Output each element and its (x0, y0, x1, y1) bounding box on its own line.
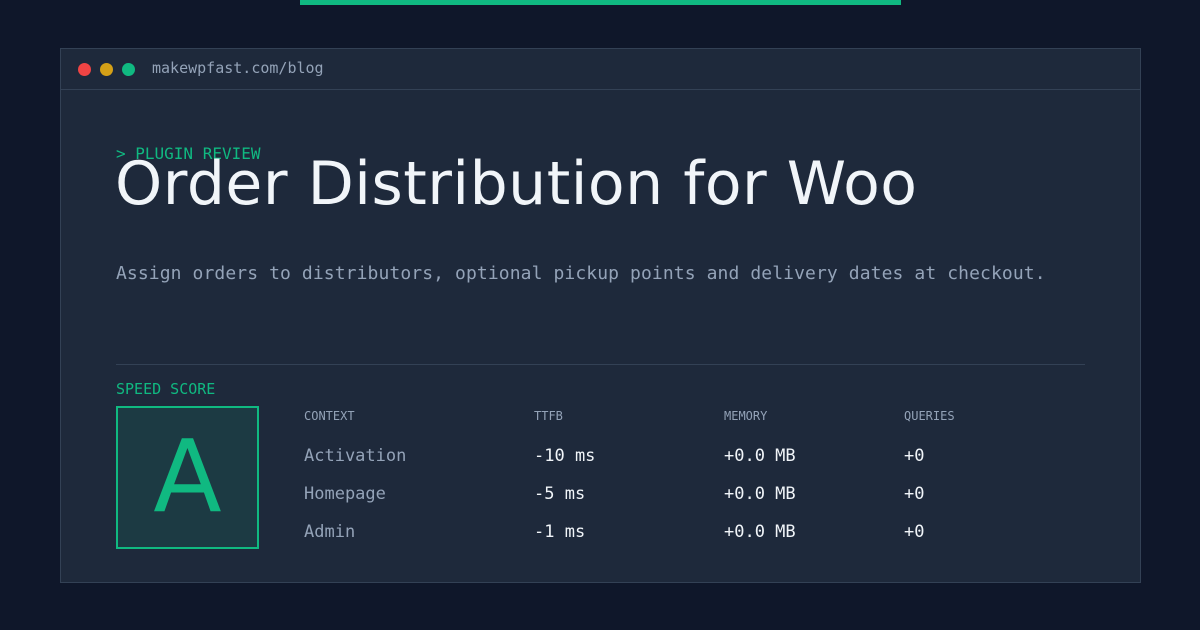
speed-grade-letter: A (153, 418, 222, 535)
close-dot-icon[interactable] (78, 63, 91, 76)
row-activation-memory: +0.0 MB (724, 446, 796, 466)
row-activation-ttfb: -10 ms (534, 446, 596, 466)
column-header-queries: QUERIES (904, 409, 955, 423)
column-header-memory: MEMORY (724, 409, 768, 423)
row-admin-memory: +0.0 MB (724, 522, 796, 542)
maximize-dot-icon[interactable] (122, 63, 135, 76)
browser-window: makewpfast.com/blog > PLUGIN REVIEW Orde… (60, 48, 1141, 583)
window-titlebar: makewpfast.com/blog (61, 49, 1140, 90)
row-homepage-context: Homepage (304, 484, 386, 504)
url-text: makewpfast.com/blog (152, 59, 324, 77)
column-header-context: CONTEXT (304, 409, 355, 423)
row-homepage-memory: +0.0 MB (724, 484, 796, 504)
row-activation-context: Activation (304, 446, 407, 466)
row-admin-context: Admin (304, 522, 356, 542)
speed-grade-badge: A (116, 406, 259, 549)
section-divider (116, 364, 1085, 365)
row-admin-queries: +0 (904, 522, 925, 542)
page-subtitle: Assign orders to distributors, optional … (116, 263, 1046, 284)
minimize-dot-icon[interactable] (100, 63, 113, 76)
row-activation-queries: +0 (904, 446, 925, 466)
speed-score-label: SPEED SCORE (116, 380, 216, 398)
top-accent-bar (300, 0, 901, 5)
column-header-ttfb: TTFB (534, 409, 563, 423)
row-homepage-queries: +0 (904, 484, 925, 504)
row-homepage-ttfb: -5 ms (534, 484, 586, 504)
row-admin-ttfb: -1 ms (534, 522, 586, 542)
page-title: Order Distribution for Woo (115, 149, 918, 219)
